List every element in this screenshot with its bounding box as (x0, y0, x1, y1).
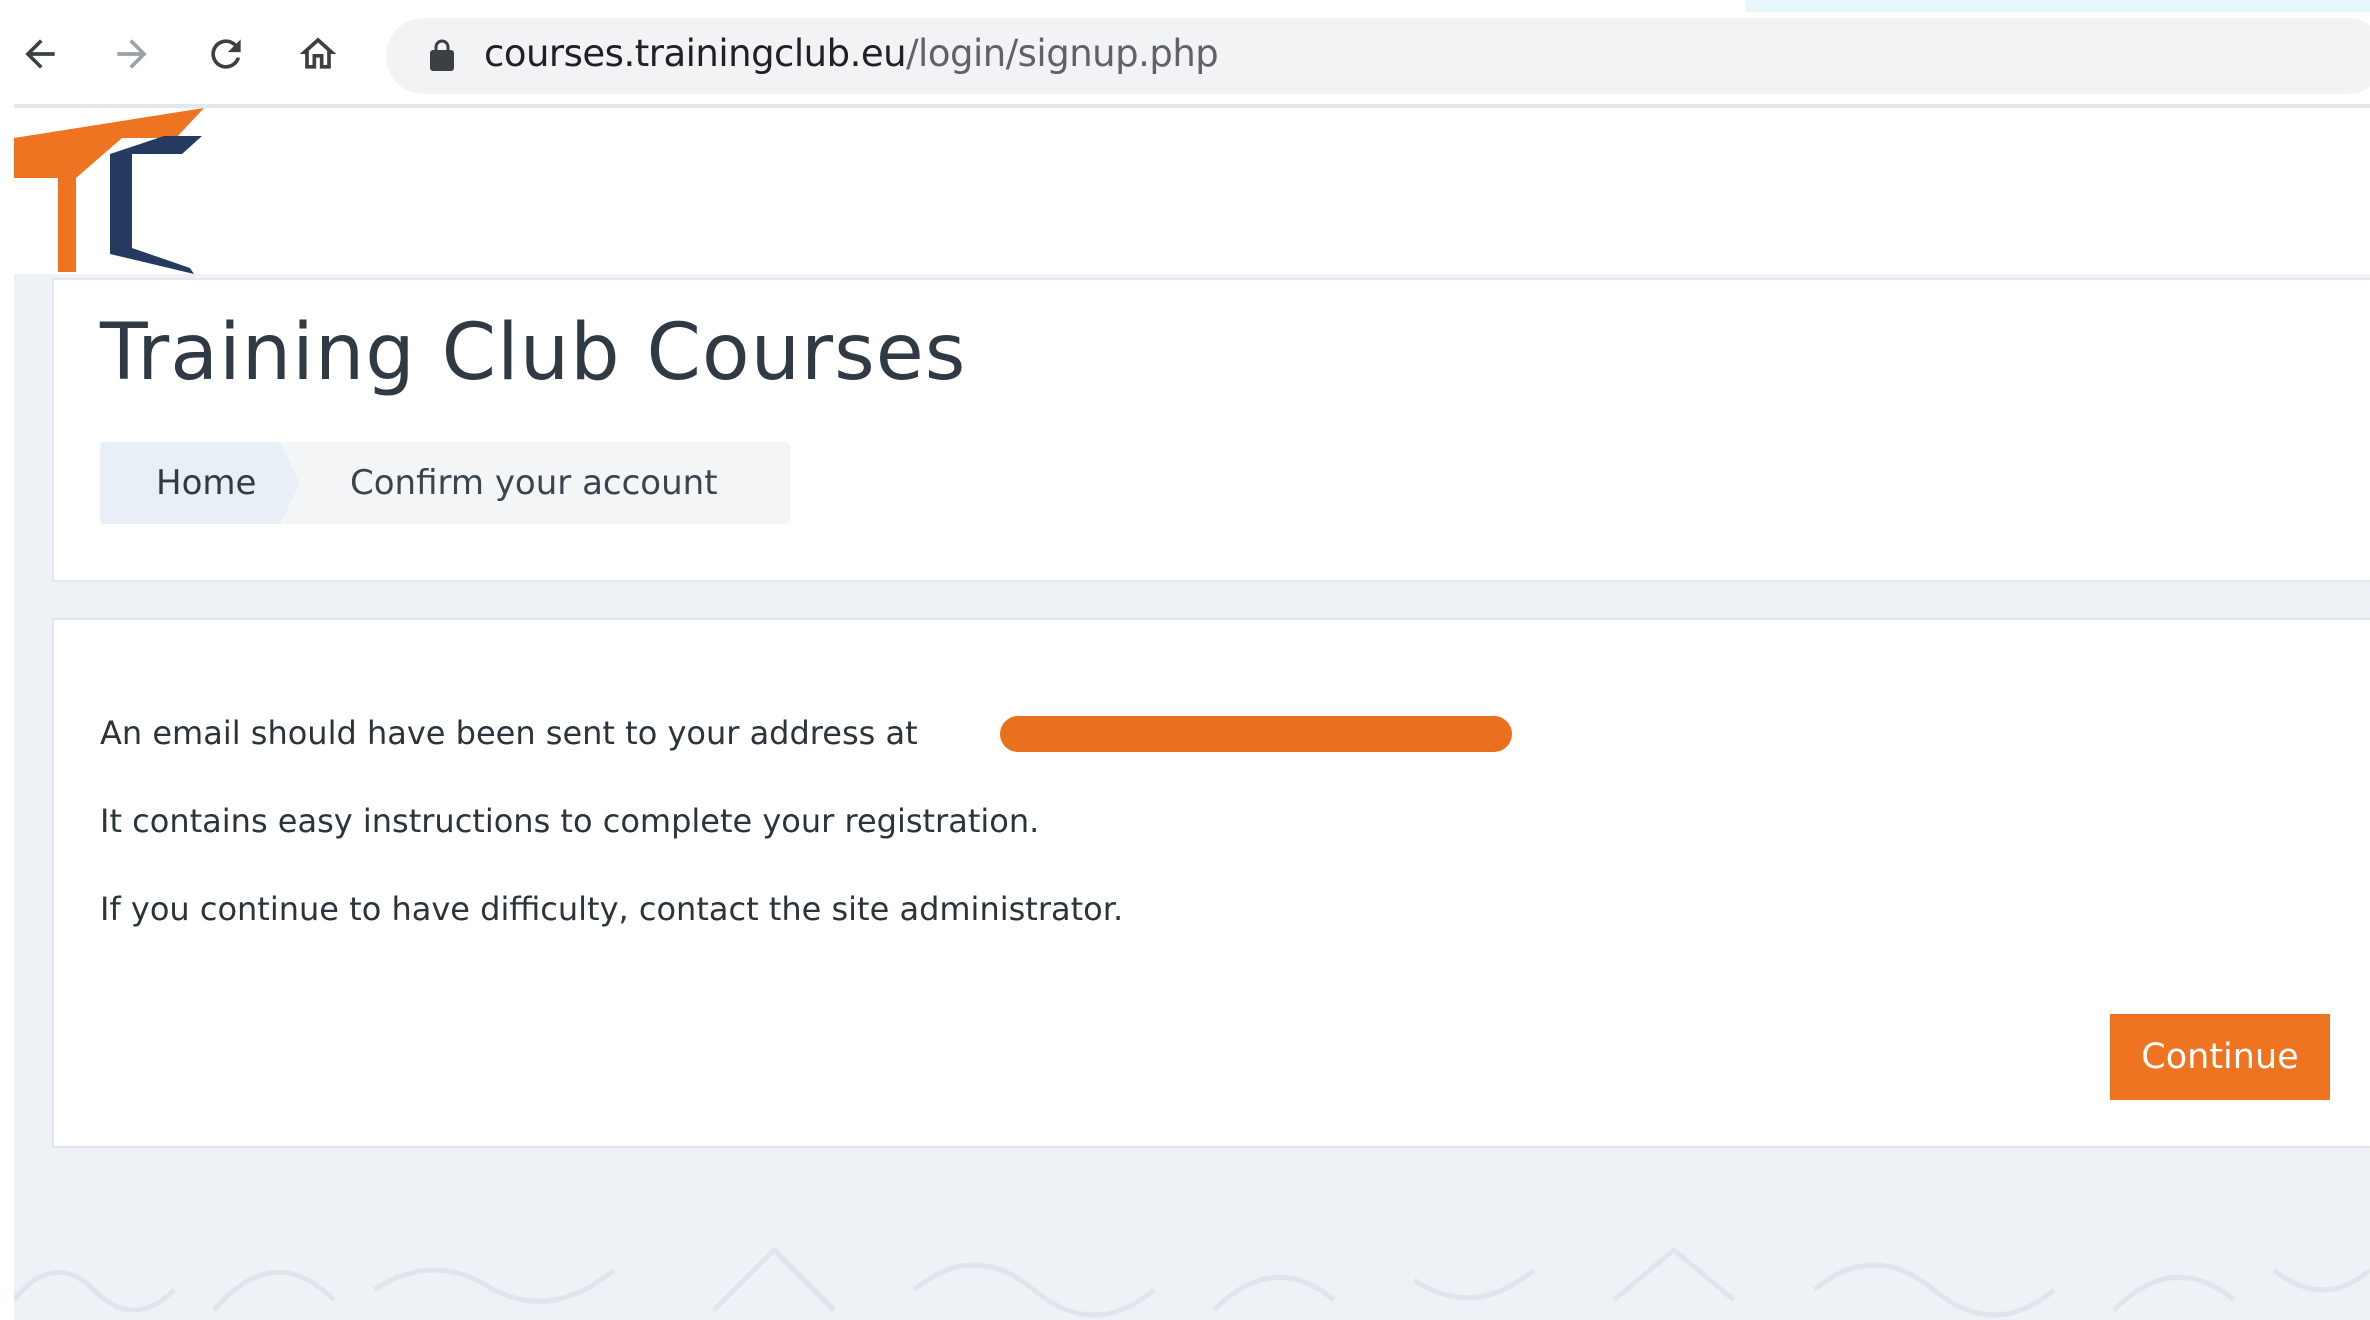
continue-button[interactable]: Continue (2110, 1014, 2330, 1100)
confirmation-card (52, 618, 2370, 1148)
redacted-email (1000, 716, 1512, 752)
url-domain: courses.trainingclub.eu (484, 32, 907, 75)
top-accent-strip (1745, 0, 2370, 12)
site-header (14, 108, 2370, 274)
breadcrumb-current: Confirm your account (350, 463, 718, 503)
instructions-message: It contains easy instructions to complet… (100, 802, 1040, 840)
url-text[interactable]: courses.trainingclub.eu/login/signup.php (484, 32, 1219, 75)
page-title: Training Club Courses (100, 308, 967, 398)
back-arrow-icon (25, 39, 55, 69)
lock-icon[interactable] (424, 38, 460, 74)
address-bar[interactable]: courses.trainingclub.eu/login/signup.php (386, 18, 2370, 94)
breadcrumb-home-link[interactable]: Home (100, 442, 300, 524)
reload-button[interactable] (194, 22, 258, 86)
home-button[interactable] (286, 22, 350, 86)
forward-button[interactable] (100, 22, 164, 86)
training-club-logo[interactable] (14, 108, 210, 274)
difficulty-message: If you continue to have difficulty, cont… (100, 890, 1124, 928)
email-sent-message: An email should have been sent to your a… (100, 714, 918, 752)
back-button[interactable] (8, 22, 72, 86)
breadcrumb: Home Confirm your account (100, 442, 790, 524)
forward-arrow-icon (117, 39, 147, 69)
decorative-pattern (14, 1246, 2370, 1318)
reload-icon (211, 39, 241, 69)
url-path: /login/signup.php (906, 32, 1219, 75)
home-icon (299, 37, 337, 69)
left-edge (0, 104, 14, 1320)
